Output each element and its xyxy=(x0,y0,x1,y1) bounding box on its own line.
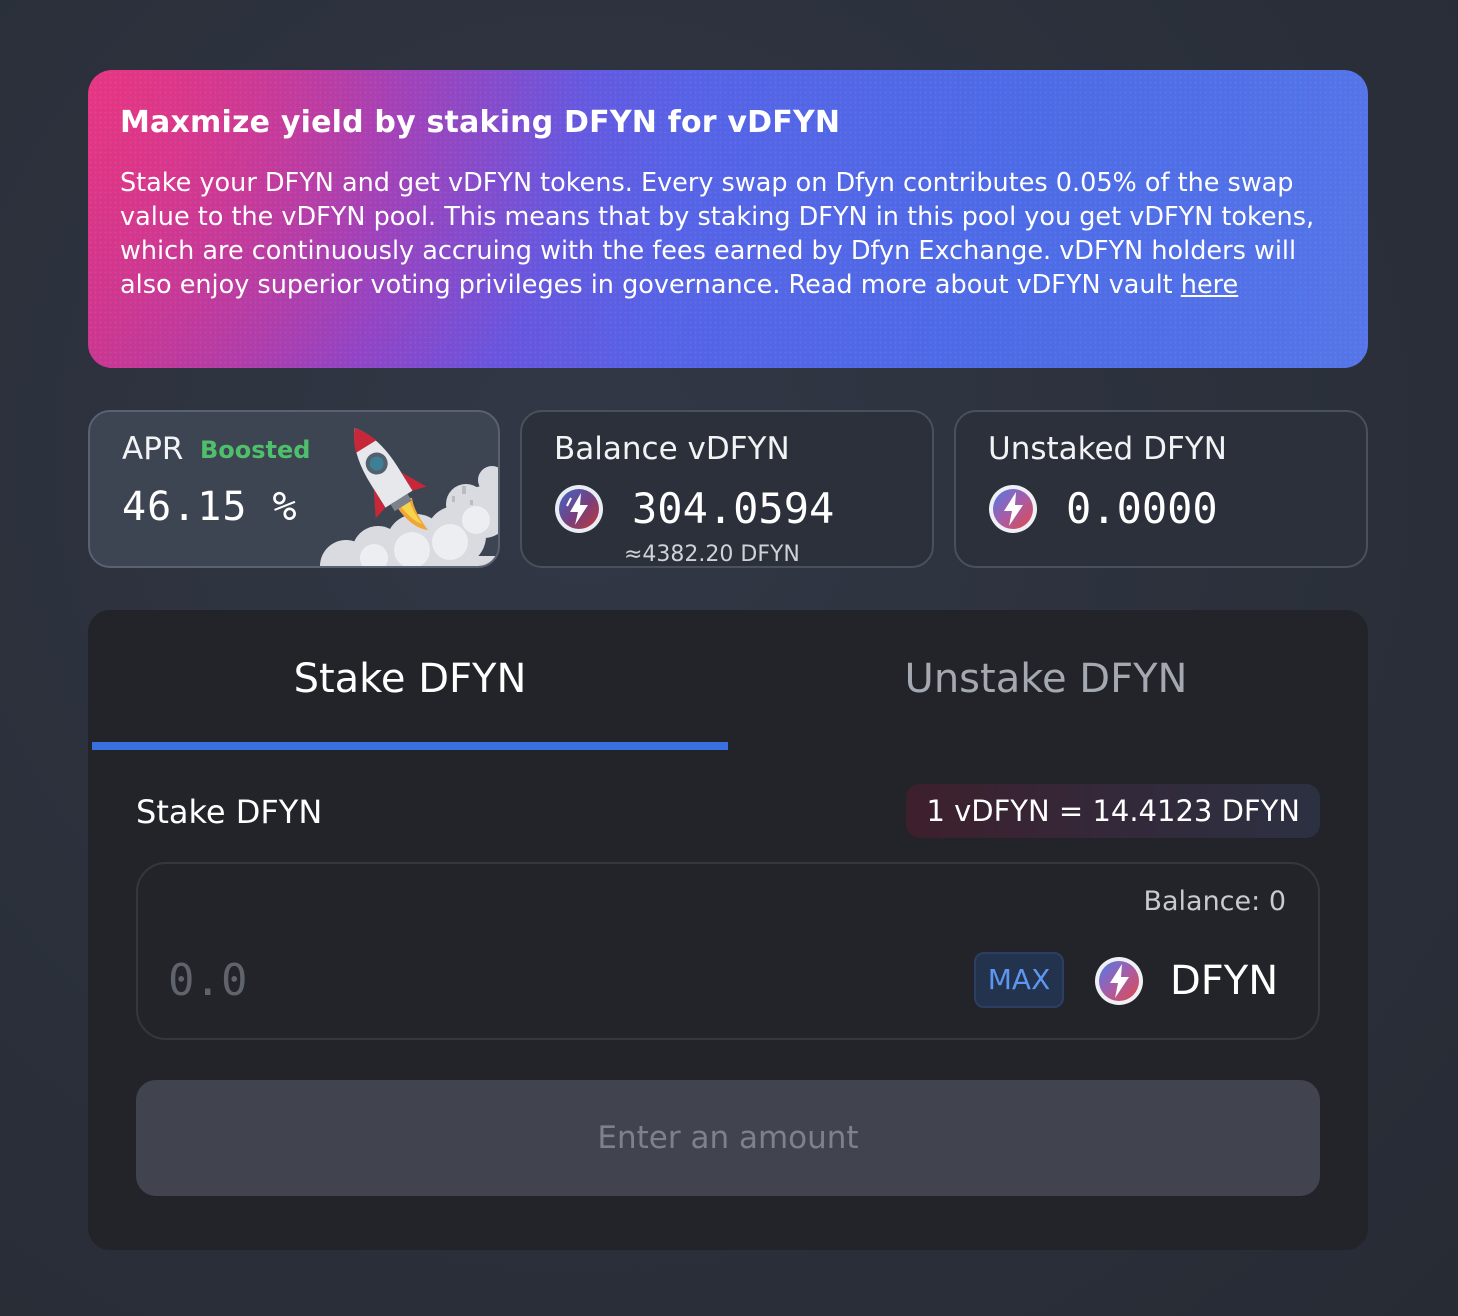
stake-amount-box: Balance: 0 MAX DFYN xyxy=(136,862,1320,1040)
tab-unstake[interactable]: Unstake DFYN xyxy=(728,654,1364,704)
balance-card: Balance vDFYN 304.0594 ≈4382.20 DFYN xyxy=(520,410,934,568)
enter-amount-button[interactable]: Enter an amount xyxy=(136,1080,1320,1196)
unstaked-card: Unstaked DFYN 0.0000 xyxy=(954,410,1368,568)
unstaked-label: Unstaked DFYN xyxy=(988,431,1227,467)
apr-card: APR Boosted 46.15 % xyxy=(88,410,500,568)
amount-input[interactable] xyxy=(168,950,868,1010)
section-label: Stake DFYN xyxy=(136,793,323,831)
apr-value: 46.15 % xyxy=(122,484,298,530)
balance-label: Balance vDFYN xyxy=(554,431,790,467)
banner-body: Stake your DFYN and get vDFYN tokens. Ev… xyxy=(120,166,1336,302)
boosted-badge: Boosted xyxy=(200,436,311,464)
unstaked-value: 0.0000 xyxy=(1066,484,1218,533)
dfyn-token-icon xyxy=(1095,957,1143,1005)
apr-label: APR xyxy=(122,431,184,467)
balance-dfyn-equivalent: ≈4382.20 DFYN xyxy=(624,542,800,567)
tab-stake[interactable]: Stake DFYN xyxy=(92,654,728,704)
max-button[interactable]: MAX xyxy=(974,952,1064,1008)
balance-value: 304.0594 xyxy=(632,484,835,533)
exchange-rate-badge: 1 vDFYN = 14.4123 DFYN xyxy=(906,784,1320,838)
info-banner: Maxmize yield by staking DFYN for vDFYN … xyxy=(88,70,1368,368)
banner-body-text: Stake your DFYN and get vDFYN tokens. Ev… xyxy=(120,168,1315,300)
dfyn-token-icon xyxy=(989,485,1037,533)
rocket-icon xyxy=(320,427,498,566)
banner-title: Maxmize yield by staking DFYN for vDFYN xyxy=(120,105,841,140)
stake-panel: Stake DFYN Unstake DFYN Stake DFYN 1 vDF… xyxy=(88,610,1368,1250)
wallet-balance: Balance: 0 xyxy=(1143,886,1286,917)
token-symbol: DFYN xyxy=(1170,958,1279,1004)
active-tab-indicator xyxy=(92,742,728,750)
vdfyn-token-icon xyxy=(555,485,603,533)
read-more-link[interactable]: here xyxy=(1181,270,1238,300)
